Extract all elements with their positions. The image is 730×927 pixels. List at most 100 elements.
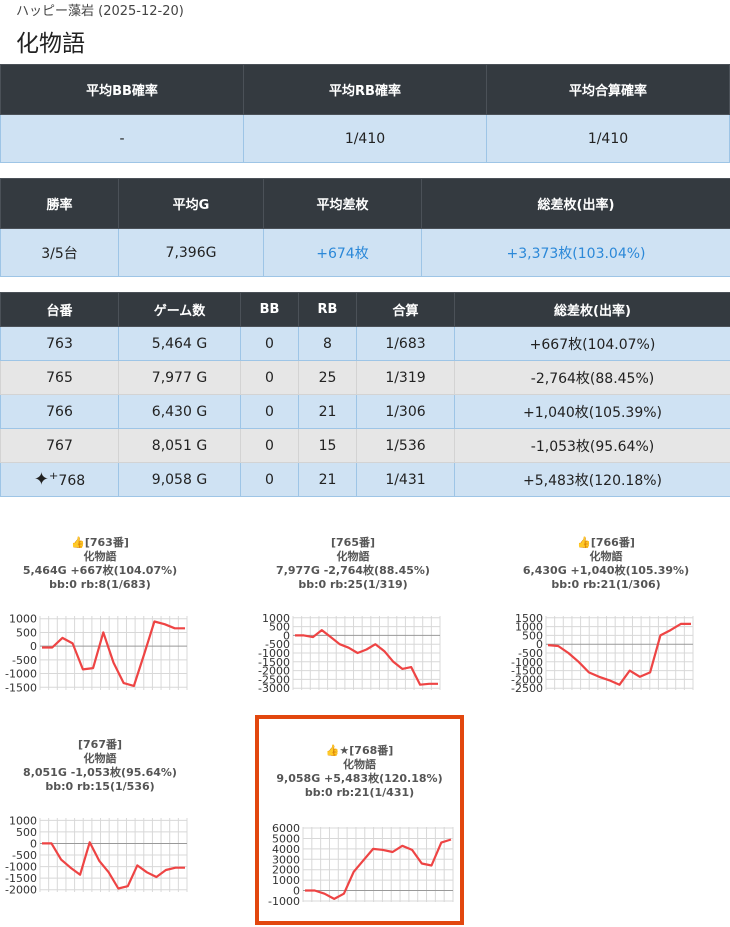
slump-line (547, 622, 691, 686)
machine-no: 768 (58, 473, 86, 489)
total-prob-cell: 1/319 (356, 360, 455, 395)
result-summary-table: 勝率 平均G 平均差枚 総差枚(出率) 3/5台 7,396G +674枚 +3… (0, 178, 730, 277)
bb-cell: 0 (240, 394, 299, 429)
games-cell: 8,051 G (118, 428, 241, 463)
slump-chart-767: 10005000-500-1000-1500-2000 (5, 814, 188, 897)
y-tick-label: -2500 (511, 682, 543, 695)
col-games: ゲーム数 (118, 292, 241, 327)
col-avg-total: 平均合算確率 (486, 64, 730, 115)
machine-no: 767 (0, 428, 119, 463)
y-tick-label: -3000 (258, 682, 290, 695)
diff-cell: -1,053枚(95.64%) (454, 428, 730, 463)
probability-summary-table: 平均BB確率 平均RB確率 平均合算確率 - 1/410 1/410 (0, 64, 730, 163)
card-machine-label: [765番] (330, 536, 376, 549)
machine-table: 台番 ゲーム数 BB RB 合算 総差枚(出率) 763 5,464 G 0 8… (0, 292, 730, 497)
machine-no: 765 (0, 360, 119, 395)
y-tick-label: 500 (16, 626, 37, 639)
table-row: 767 8,051 G 0 15 1/536 -1,053枚(95.64%) (0, 428, 730, 463)
card-stats: 5,464G +667枚(104.07%) (22, 564, 178, 577)
avg-games-value: 7,396G (118, 228, 264, 277)
card-counts: bb:0 rb:21(1/306) (551, 578, 661, 591)
total-prob-cell: 1/431 (356, 462, 455, 497)
col-rb: RB (298, 292, 357, 327)
y-tick-label: -1000 (268, 895, 300, 908)
bb-cell: 0 (240, 462, 299, 497)
slump-line (295, 629, 438, 686)
card-counts: bb:0 rb:15(1/536) (45, 780, 155, 793)
card-info: 👍★[768番] 化物語 9,058G +5,483枚(120.18%) bb:… (259, 719, 460, 800)
card-counts: bb:0 rb:8(1/683) (49, 578, 151, 591)
sparkles-icon: ✦⁺ (33, 469, 59, 490)
slump-chart-765: 10005000-500-1000-1500-2000-2500-3000 (258, 612, 441, 695)
y-tick-label: -1500 (5, 681, 37, 694)
col-win-rate: 勝率 (0, 178, 119, 229)
bb-cell: 0 (240, 428, 299, 463)
machine-no: 763 (0, 326, 119, 361)
win-rate-value: 3/5台 (0, 228, 119, 277)
card-counts: bb:0 rb:25(1/319) (298, 578, 408, 591)
card-stats: 9,058G +5,483枚(120.18%) (276, 772, 443, 785)
card-info: 👍[763番] 化物語 5,464G +667枚(104.07%) bb:0 r… (0, 514, 200, 592)
card-machine-label: 👍[766番] (577, 536, 635, 549)
slump-chart-763: 10005000-500-1000-1500 (5, 613, 188, 694)
machine-no: 766 (0, 394, 119, 429)
card-stats: 7,977G -2,764枚(88.45%) (276, 564, 430, 577)
card-counts: bb:0 rb:21(1/431) (304, 786, 415, 799)
card-model: 化物語 (343, 758, 376, 771)
y-tick-label: -500 (12, 654, 37, 667)
card-model: 化物語 (336, 550, 370, 563)
card-model: 化物語 (589, 550, 623, 563)
store-date-label: ハッピー藻岩 (2025-12-20) (16, 4, 184, 19)
machine-card-768: 👍★[768番] 化物語 9,058G +5,483枚(120.18%) bb:… (255, 715, 464, 925)
y-tick-label: -2000 (5, 884, 37, 897)
col-diff: 総差枚(出率) (454, 292, 730, 327)
games-cell: 5,464 G (118, 326, 241, 361)
col-avg-diff: 平均差枚 (263, 178, 422, 229)
rb-cell: 25 (298, 360, 357, 395)
col-avg-games: 平均G (118, 178, 264, 229)
total-diff-value: +3,373枚(103.04%) (421, 228, 730, 277)
table-row: 765 7,977 G 0 25 1/319 -2,764枚(88.45%) (0, 360, 730, 395)
y-tick-label: 0 (30, 640, 37, 653)
avg-total-value: 1/410 (486, 114, 730, 163)
avg-rb-value: 1/410 (243, 114, 487, 163)
page-title: 化物語 (16, 31, 85, 57)
col-avg-bb: 平均BB確率 (0, 64, 244, 115)
bb-cell: 0 (240, 326, 299, 361)
games-cell: 9,058 G (118, 462, 241, 497)
card-info: 👍[766番] 化物語 6,430G +1,040枚(105.39%) bb:0… (506, 514, 706, 592)
machine-card-765: [765番] 化物語 7,977G -2,764枚(88.45%) bb:0 r… (253, 514, 453, 714)
slump-chart-766: 150010005000-500-1000-1500-2000-2500 (511, 612, 694, 695)
slump-chart-768: 6000500040003000200010000-1000 (268, 822, 454, 908)
col-total-diff: 総差枚(出率) (421, 178, 730, 229)
table-row: 763 5,464 G 0 8 1/683 +667枚(104.07%) (0, 326, 730, 361)
slump-line (42, 620, 185, 688)
card-stats: 8,051G -1,053枚(95.64%) (23, 766, 177, 779)
games-cell: 7,977 G (118, 360, 241, 395)
col-bb: BB (240, 292, 299, 327)
machine-card-766: 👍[766番] 化物語 6,430G +1,040枚(105.39%) bb:0… (506, 514, 706, 714)
rb-cell: 21 (298, 394, 357, 429)
y-tick-label: 1000 (9, 613, 37, 626)
diff-cell: +1,040枚(105.39%) (454, 394, 730, 429)
col-avg-rb: 平均RB確率 (243, 64, 487, 115)
bb-cell: 0 (240, 360, 299, 395)
rb-cell: 15 (298, 428, 357, 463)
col-machine-no: 台番 (0, 292, 119, 327)
card-model: 化物語 (83, 752, 117, 765)
avg-diff-value: +674枚 (263, 228, 422, 277)
col-total-prob: 合算 (356, 292, 455, 327)
card-model: 化物語 (83, 550, 117, 563)
machine-card-763: 👍[763番] 化物語 5,464G +667枚(104.07%) bb:0 r… (0, 514, 200, 714)
games-cell: 6,430 G (118, 394, 241, 429)
total-prob-cell: 1/306 (356, 394, 455, 429)
machine-no-cell: ✦⁺768 (0, 462, 119, 497)
card-stats: 6,430G +1,040枚(105.39%) (522, 564, 690, 577)
y-tick-label: -1000 (5, 668, 37, 681)
rb-cell: 21 (298, 462, 357, 497)
table-row: 766 6,430 G 0 21 1/306 +1,040枚(105.39%) (0, 394, 730, 429)
diff-cell: +5,483枚(120.18%) (454, 462, 730, 497)
card-info: [767番] 化物語 8,051G -1,053枚(95.64%) bb:0 r… (0, 716, 200, 794)
card-machine-label: [767番] (77, 738, 123, 751)
rb-cell: 8 (298, 326, 357, 361)
